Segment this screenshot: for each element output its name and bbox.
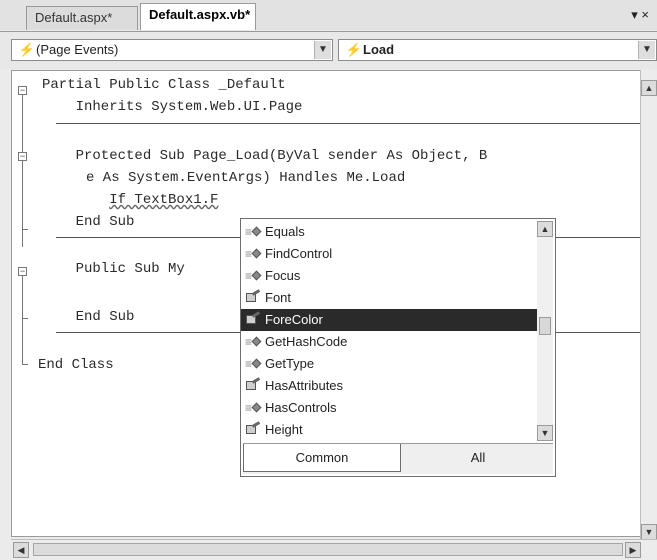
completion-list: Equals FindControl Focus Font ForeColor GetHa… [241,221,537,441]
scroll-down-icon[interactable]: ▼ [537,425,553,441]
completion-item[interactable]: Focus [241,265,537,287]
code-line-class: Partial Public Class _Default [42,77,286,93]
method-icon [245,221,261,243]
tab-controls: ▾ × [631,7,649,23]
property-icon [245,291,261,305]
collapse-icon[interactable]: − [18,152,27,161]
outline-tick [22,318,28,319]
outline-line [22,95,23,187]
completion-item-label: FindControl [265,246,333,261]
code-line-inherits: Inherits System.Web.UI.Page [42,99,303,115]
code-line-end-sub: End Sub [42,214,135,230]
horizontal-scrollbar[interactable]: ◀ ▶ [11,539,657,560]
completion-item-label: Equals [265,224,305,239]
code-line-end-class: End Class [38,357,114,373]
completion-item-label: GetHashCode [265,334,348,349]
method-icon [245,331,261,353]
outline-line [22,187,23,247]
tab-list-dropdown-icon[interactable]: ▾ [631,7,638,22]
lightning-icon: ⚡ [345,42,363,57]
scroll-up-icon[interactable]: ▲ [537,221,553,237]
outline-line [22,276,23,364]
intellisense-popup: Equals FindControl Focus Font ForeColor GetHa… [240,218,556,477]
typed-expression: If TextBox1.F [109,192,219,208]
outline-tick [22,364,28,365]
method-name-value: Load [363,42,395,57]
close-icon[interactable]: × [641,7,649,22]
completion-item[interactable]: GetType [241,353,537,375]
code-line-public-sub: Public Sub My [42,261,185,277]
property-icon [245,423,261,437]
scroll-right-icon[interactable]: ▶ [625,542,641,558]
completion-item[interactable]: Font [241,287,537,309]
completion-scroll-thumb[interactable] [539,317,551,335]
code-line-page-load-cont: e As System.EventArgs) Handles Me.Load [86,170,406,186]
completion-scrollbar[interactable]: ▲ ▼ [537,221,553,441]
scroll-down-icon[interactable]: ▼ [641,524,657,540]
scroll-up-icon[interactable]: ▲ [641,80,657,96]
lightning-icon: ⚡ [18,42,36,57]
vertical-scrollbar[interactable]: ▲ ▼ [640,70,657,540]
completion-item[interactable]: HasControls [241,397,537,419]
completion-item-label: ForeColor [265,312,323,327]
method-name-dropdown[interactable]: ⚡Load ▼ [338,39,657,61]
completion-item[interactable]: Equals [241,221,537,243]
completion-filter-tabs: Common All [243,443,553,474]
class-name-value: (Page Events) [36,42,119,57]
completion-item-label: HasControls [265,400,337,415]
completion-item-label: Height [265,422,303,437]
method-icon [245,243,261,265]
tab-default-aspx-vb[interactable]: Default.aspx.vb* [140,3,256,30]
chevron-down-icon[interactable]: ▼ [314,41,331,59]
method-icon [245,397,261,419]
method-icon [245,353,261,375]
tab-default-aspx[interactable]: Default.aspx* [26,6,138,30]
tab-all[interactable]: All [403,444,553,472]
completion-item-label: GetType [265,356,315,371]
method-separator [56,123,656,124]
completion-item[interactable]: ForeColor [241,309,537,331]
navigation-combo-bar: ⚡(Page Events) ▼ ⚡Load ▼ [0,31,657,69]
completion-item[interactable]: FindControl [241,243,537,265]
code-line-end-sub: End Sub [42,309,135,325]
tab-common[interactable]: Common [243,444,401,472]
method-icon [245,265,261,287]
class-name-dropdown[interactable]: ⚡(Page Events) ▼ [11,39,333,61]
horizontal-scroll-thumb[interactable] [33,543,623,556]
collapse-icon[interactable]: − [18,267,27,276]
completion-item[interactable]: HasAttributes [241,375,537,397]
completion-item-label: Font [265,290,292,305]
chevron-down-icon[interactable]: ▼ [638,41,655,59]
completion-item[interactable]: Height [241,419,537,441]
scroll-left-icon[interactable]: ◀ [13,542,29,558]
collapse-icon[interactable]: − [18,86,27,95]
property-icon [245,379,261,393]
property-icon [245,313,261,327]
completion-item-label: Focus [265,268,301,283]
completion-item-label: HasAttributes [265,378,344,393]
code-line-page-load: Protected Sub Page_Load(ByVal sender As … [42,148,488,164]
completion-item[interactable]: GetHashCode [241,331,537,353]
document-tab-strip: Default.aspx* Default.aspx.vb* ▾ × [0,0,657,30]
code-line-if: If TextBox1.F [42,192,218,208]
